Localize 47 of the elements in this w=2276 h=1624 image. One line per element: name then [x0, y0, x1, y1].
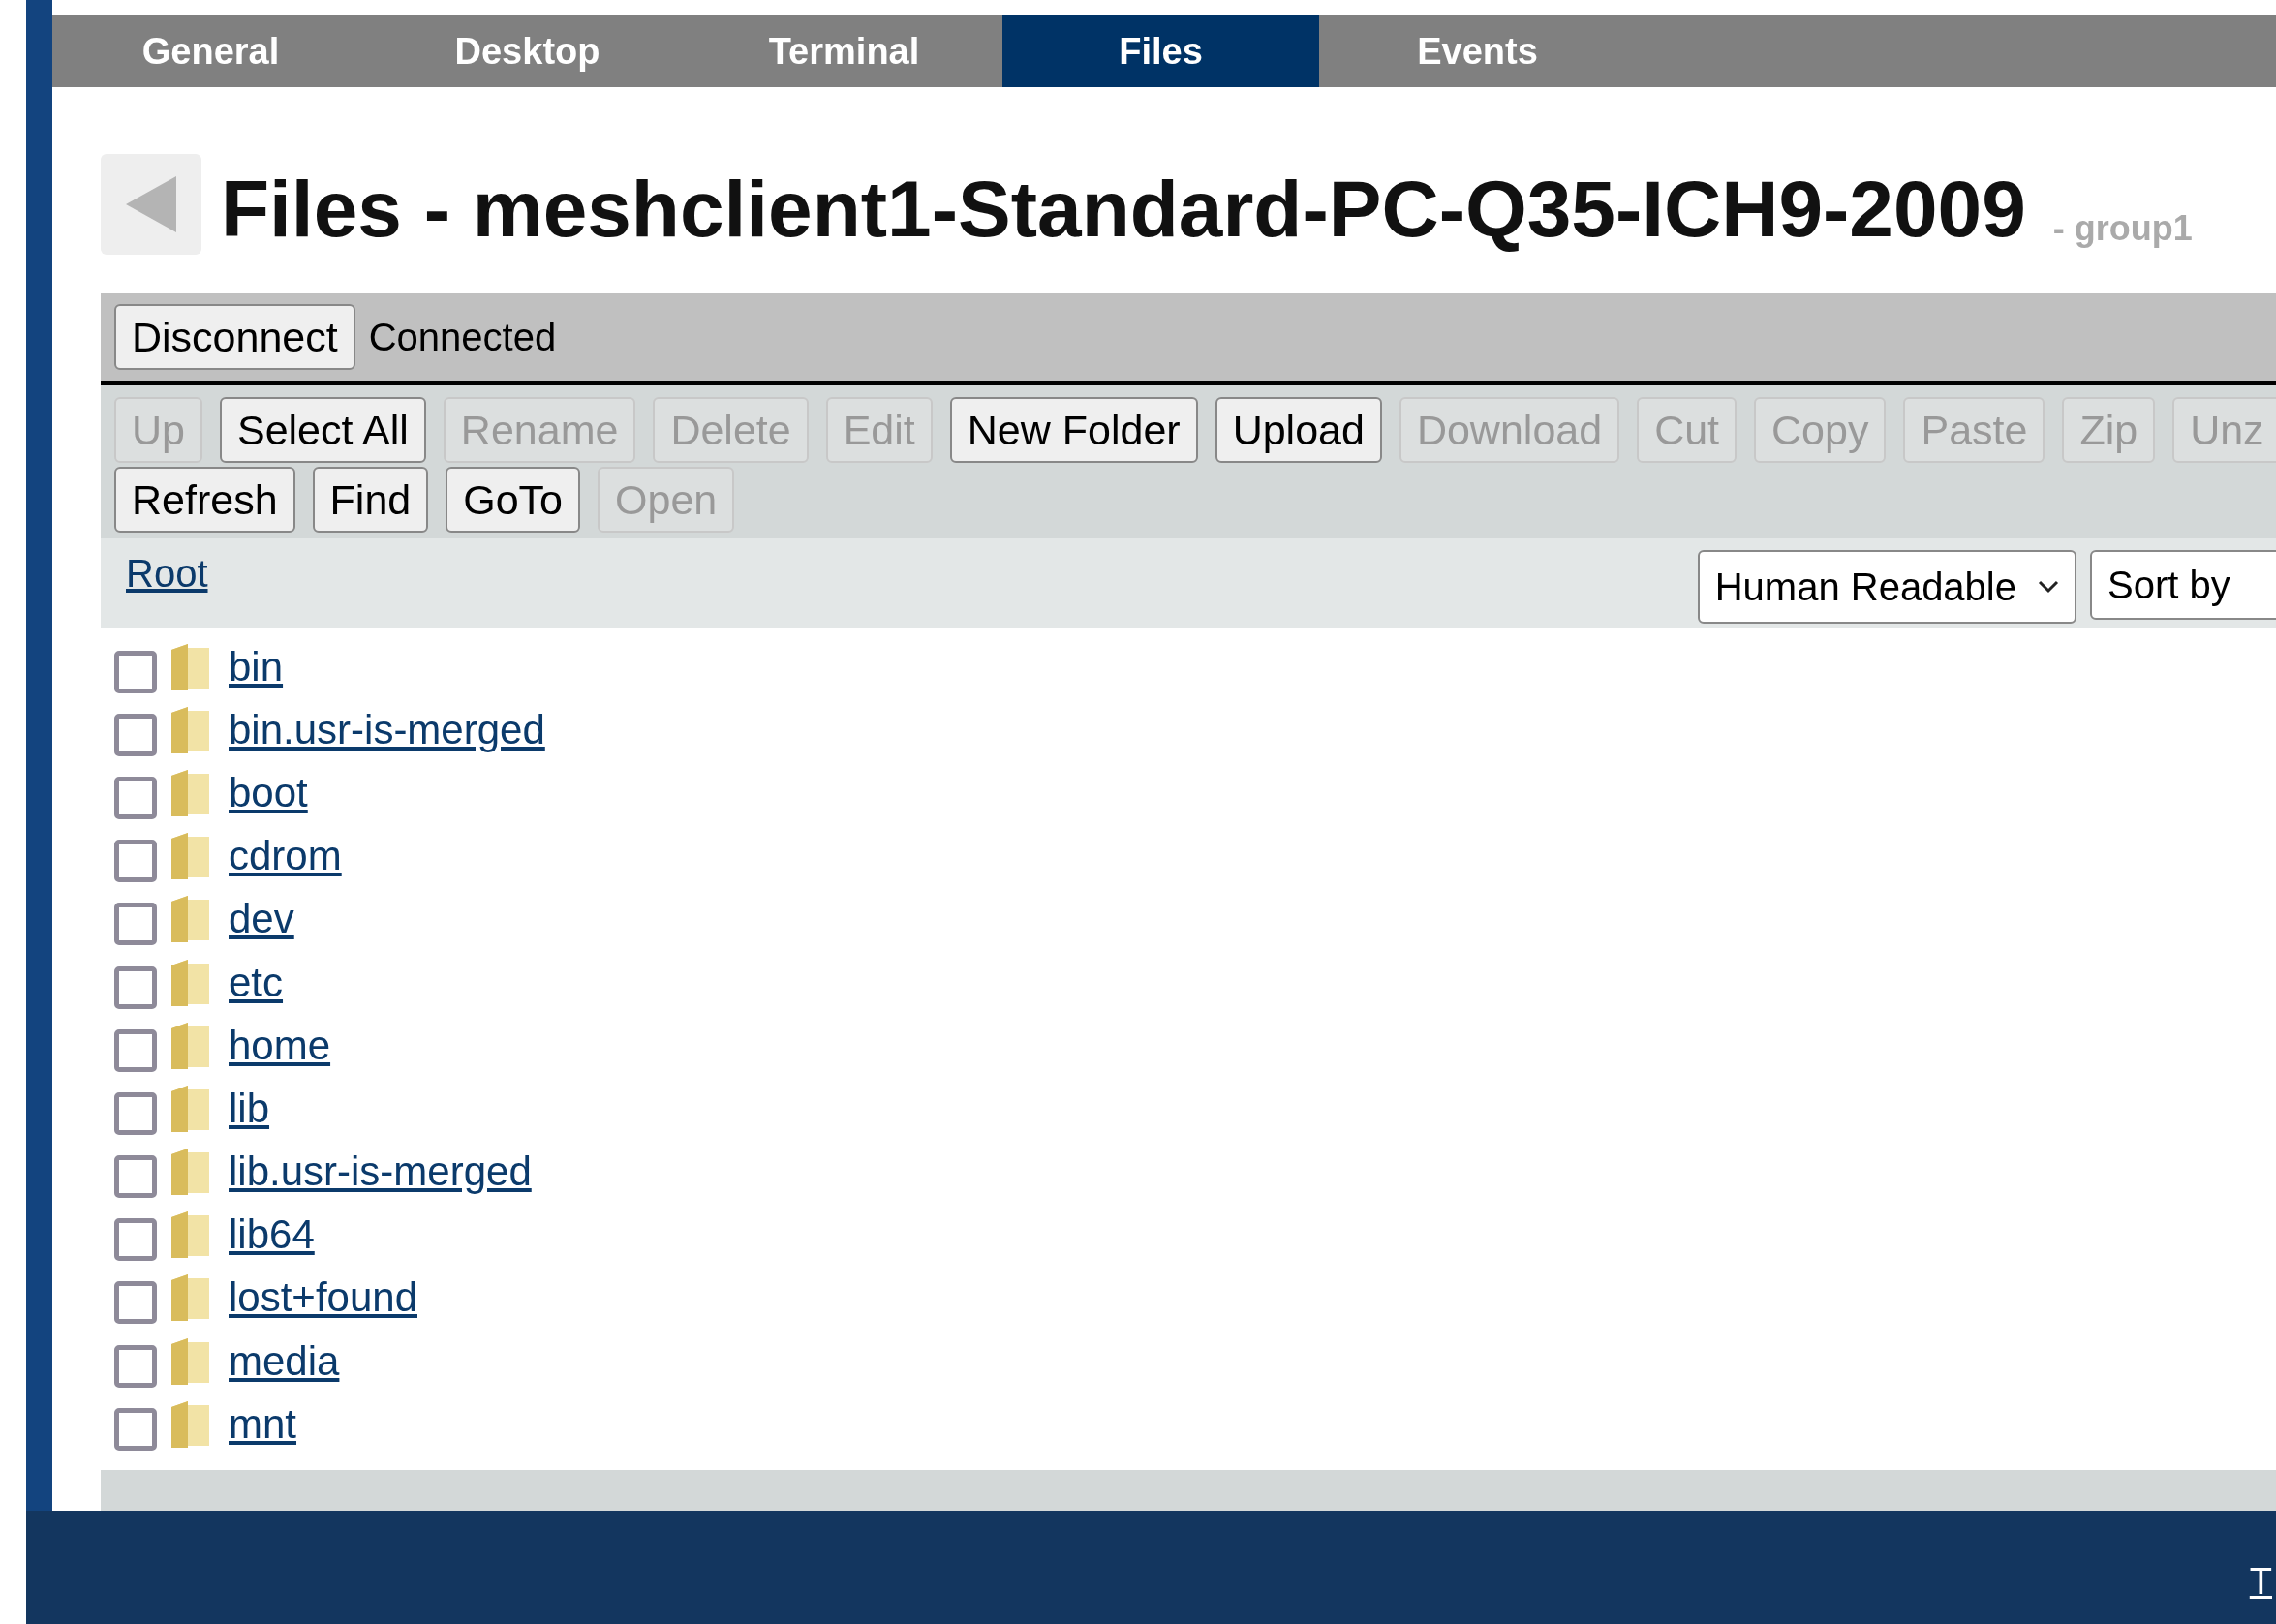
tab[interactable]: Desktop	[369, 15, 686, 87]
chevron-down-icon	[2038, 580, 2059, 594]
checkbox[interactable]	[114, 650, 157, 693]
folder-link[interactable]: lib	[229, 1085, 270, 1132]
checkbox[interactable]	[114, 965, 157, 1009]
folder-link[interactable]: lib.usr-is-merged	[229, 1149, 532, 1196]
toolbar-button[interactable]: Select All	[219, 397, 426, 463]
folder-link[interactable]: cdrom	[229, 833, 342, 880]
checkbox[interactable]	[114, 1155, 157, 1199]
folder-link[interactable]: mnt	[229, 1400, 296, 1448]
back-arrow-icon	[124, 174, 178, 234]
checkbox[interactable]	[114, 903, 157, 946]
root-link[interactable]: Root	[126, 552, 208, 596]
folder-link[interactable]: lib64	[229, 1211, 315, 1259]
connection-status: Connected	[368, 315, 557, 359]
toolbar-button[interactable]: Refresh	[114, 467, 295, 533]
disconnect-button[interactable]: Disconnect	[114, 304, 355, 370]
tab[interactable]: Events	[1319, 15, 1636, 87]
checkbox[interactable]	[114, 840, 157, 883]
toolbar-button[interactable]: GoTo	[446, 467, 580, 533]
tab[interactable]: Terminal	[686, 15, 1002, 87]
sort-dropdown[interactable]: Sort by	[2090, 550, 2276, 620]
folder-link[interactable]: dev	[229, 896, 294, 943]
tab[interactable]: Files	[1002, 15, 1319, 87]
checkbox[interactable]	[114, 713, 157, 756]
footer-link[interactable]: T	[2249, 1561, 2272, 1603]
folder-link[interactable]: bin	[229, 643, 284, 690]
checkbox[interactable]	[114, 1091, 157, 1135]
size-format-dropdown[interactable]: Human Readable	[1697, 550, 2076, 624]
toolbar-button[interactable]: Upload	[1215, 397, 1382, 463]
checkbox[interactable]	[114, 776, 157, 819]
folder-link[interactable]: boot	[229, 769, 308, 816]
checkbox[interactable]	[114, 1218, 157, 1262]
folder-link[interactable]: bin.usr-is-merged	[229, 706, 545, 753]
toolbar-button[interactable]: Find	[312, 467, 429, 533]
checkbox[interactable]	[114, 1028, 157, 1072]
checkbox[interactable]	[114, 1344, 157, 1388]
toolbar-button[interactable]: New Folder	[949, 397, 1198, 463]
tab[interactable]: General	[52, 15, 369, 87]
back-button[interactable]	[101, 154, 201, 255]
folder-link[interactable]: etc	[229, 959, 284, 1006]
group-label: - group1	[2052, 208, 2193, 249]
folder-link[interactable]: media	[229, 1337, 340, 1385]
checkbox[interactable]	[114, 1281, 157, 1325]
checkbox[interactable]	[114, 1407, 157, 1451]
folder-link[interactable]: home	[229, 1022, 331, 1069]
folder-link[interactable]: lost+found	[229, 1274, 417, 1322]
